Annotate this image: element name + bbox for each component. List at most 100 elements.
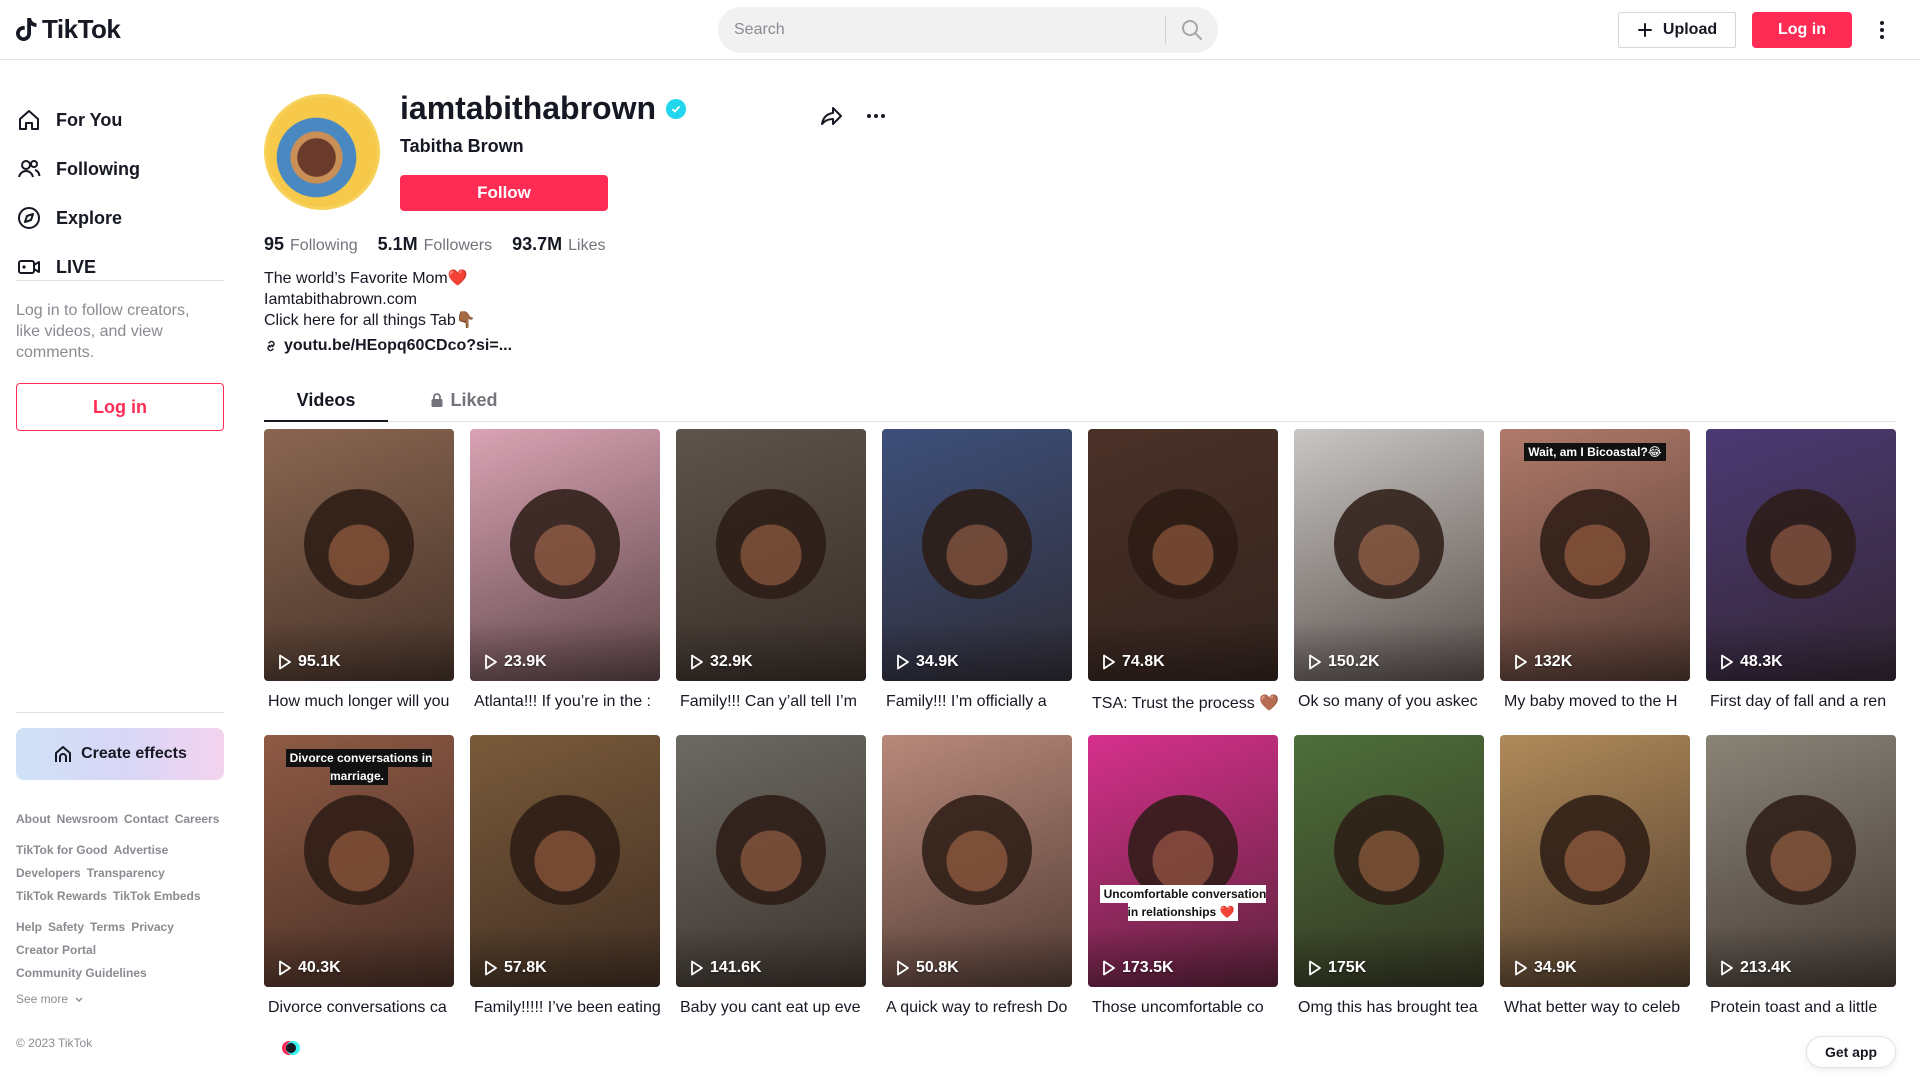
view-count-text: 50.8K xyxy=(916,959,959,976)
thumbnail-figure xyxy=(1334,489,1444,600)
video-thumbnail[interactable]: 32.9K xyxy=(676,429,866,681)
follow-button[interactable]: Follow xyxy=(400,175,608,211)
video-description[interactable]: How much longer will you xyxy=(268,693,458,711)
footer-link[interactable]: Safety xyxy=(48,920,84,934)
video-description[interactable]: Family!!! I’m officially a xyxy=(886,693,1076,711)
see-more-label: See more xyxy=(16,992,69,1006)
video-thumbnail[interactable]: 57.8K xyxy=(470,735,660,987)
play-icon xyxy=(1103,654,1115,670)
thumbnail-caption: Divorce conversations in marriage. xyxy=(264,749,454,785)
footer-link[interactable]: TikTok Embeds xyxy=(113,889,201,903)
view-count: 132K xyxy=(1514,653,1572,671)
video-description[interactable]: TSA: Trust the process 🤎 xyxy=(1092,693,1282,713)
more-options-icon[interactable] xyxy=(1872,16,1892,44)
view-count-text: 48.3K xyxy=(1740,653,1783,670)
video-description[interactable]: Those uncomfortable co xyxy=(1092,999,1282,1017)
footer-link[interactable]: TikTok for Good xyxy=(16,843,108,857)
sidebar-divider xyxy=(16,712,224,713)
footer-link[interactable]: Transparency xyxy=(87,866,165,880)
thumbnail-figure xyxy=(1540,489,1650,600)
view-count-text: 175K xyxy=(1328,959,1367,976)
app-dot-icon[interactable] xyxy=(280,1037,302,1059)
search-button[interactable] xyxy=(1166,7,1218,53)
profile-display-name: Tabitha Brown xyxy=(400,136,524,156)
nav-explore[interactable]: Explore xyxy=(16,200,122,236)
brand-name: TikTok xyxy=(42,14,121,44)
thumbnail-figure xyxy=(1746,795,1856,906)
video-thumbnail[interactable]: 141.6K xyxy=(676,735,866,987)
thumbnail-caption: Uncomfortable conversation in relationsh… xyxy=(1088,885,1278,921)
profile-stats: 95 Following 5.1M Followers 93.7M Likes xyxy=(264,234,606,255)
video-description[interactable]: Divorce conversations ca xyxy=(268,999,458,1017)
video-description[interactable]: Family!!! Can y’all tell I’m xyxy=(680,693,870,711)
video-description[interactable]: Family!!!!! I’ve been eating xyxy=(474,999,664,1017)
thumbnail-overlay xyxy=(1500,927,1690,987)
video-description[interactable]: Protein toast and a little xyxy=(1710,999,1900,1017)
thumbnail-overlay xyxy=(470,927,660,987)
footer-link[interactable]: TikTok Rewards xyxy=(16,889,107,903)
video-description[interactable]: Baby you cant eat up eve xyxy=(680,999,870,1017)
video-thumbnail[interactable]: 34.9K xyxy=(882,429,1072,681)
video-description[interactable]: My baby moved to the H xyxy=(1504,693,1694,711)
sidebar-login-button[interactable]: Log in xyxy=(16,383,224,431)
nav-following[interactable]: Following xyxy=(16,151,140,187)
footer-link[interactable]: Newsroom xyxy=(57,812,118,826)
thumbnail-overlay xyxy=(470,621,660,681)
video-description[interactable]: What better way to celeb xyxy=(1504,999,1694,1017)
create-effects-button[interactable]: Create effects xyxy=(16,728,224,780)
footer-link[interactable]: Terms xyxy=(90,920,125,934)
header-login-button[interactable]: Log in xyxy=(1752,12,1852,48)
chevron-down-icon xyxy=(75,997,83,1002)
thumbnail-overlay xyxy=(1500,621,1690,681)
get-app-button[interactable]: Get app xyxy=(1806,1036,1896,1068)
video-description[interactable]: Atlanta!!! If you’re in the : xyxy=(474,693,664,711)
share-icon[interactable] xyxy=(818,102,846,130)
video-thumbnail[interactable]: 213.4K xyxy=(1706,735,1896,987)
footer-link[interactable]: Help xyxy=(16,920,42,934)
tab-liked[interactable]: Liked xyxy=(402,380,526,420)
view-count-text: 32.9K xyxy=(710,653,753,670)
footer-link[interactable]: Creator Portal xyxy=(16,943,96,957)
video-description[interactable]: Ok so many of you askec xyxy=(1298,693,1488,711)
profile-more-icon[interactable] xyxy=(862,102,890,130)
video-thumbnail[interactable]: 150.2K xyxy=(1294,429,1484,681)
video-thumbnail[interactable]: 50.8K xyxy=(882,735,1072,987)
video-thumbnail[interactable]: 175K xyxy=(1294,735,1484,987)
video-thumbnail[interactable]: Uncomfortable conversation in relationsh… xyxy=(1088,735,1278,987)
video-description[interactable]: Omg this has brought tea xyxy=(1298,999,1488,1017)
play-icon xyxy=(691,960,703,976)
footer-links: TikTok for Good Advertise xyxy=(16,843,168,857)
stat-value: 5.1M xyxy=(377,234,418,254)
footer-link[interactable]: Developers xyxy=(16,866,81,880)
video-thumbnail[interactable]: 34.9K xyxy=(1500,735,1690,987)
video-thumbnail[interactable]: Wait, am I Bicoastal?😂 132K xyxy=(1500,429,1690,681)
video-thumbnail[interactable]: Divorce conversations in marriage. 40.3K xyxy=(264,735,454,987)
footer-link[interactable]: About xyxy=(16,812,51,826)
thumbnail-figure xyxy=(304,489,414,600)
search-input[interactable] xyxy=(718,21,1165,39)
video-thumbnail[interactable]: 74.8K xyxy=(1088,429,1278,681)
nav-for-you[interactable]: For You xyxy=(16,102,122,138)
tab-videos[interactable]: Videos xyxy=(264,380,388,422)
footer-link[interactable]: Privacy xyxy=(131,920,174,934)
thumbnail-figure xyxy=(1540,795,1650,906)
play-icon xyxy=(1721,654,1733,670)
video-description[interactable]: First day of fall and a ren xyxy=(1710,693,1900,711)
view-count: 175K xyxy=(1308,959,1366,977)
video-thumbnail[interactable]: 95.1K xyxy=(264,429,454,681)
link-icon xyxy=(267,340,275,352)
video-thumbnail[interactable]: 48.3K xyxy=(1706,429,1896,681)
view-count-text: 173.5K xyxy=(1122,959,1174,976)
footer-link[interactable]: Community Guidelines xyxy=(16,966,147,980)
footer-link[interactable]: Contact xyxy=(124,812,169,826)
video-thumbnail[interactable]: 23.9K xyxy=(470,429,660,681)
see-more-link[interactable]: See more xyxy=(16,992,84,1006)
bio-link[interactable]: youtu.be/HEopq60CDco?si=... xyxy=(264,337,512,355)
stat-value: 95 xyxy=(264,234,285,254)
view-count-text: 95.1K xyxy=(298,653,341,670)
tiktok-logo[interactable]: TikTok xyxy=(16,14,121,45)
footer-link[interactable]: Advertise xyxy=(114,843,169,857)
footer-link[interactable]: Careers xyxy=(175,812,220,826)
video-description[interactable]: A quick way to refresh Do xyxy=(886,999,1076,1017)
upload-button[interactable]: Upload xyxy=(1618,12,1736,48)
